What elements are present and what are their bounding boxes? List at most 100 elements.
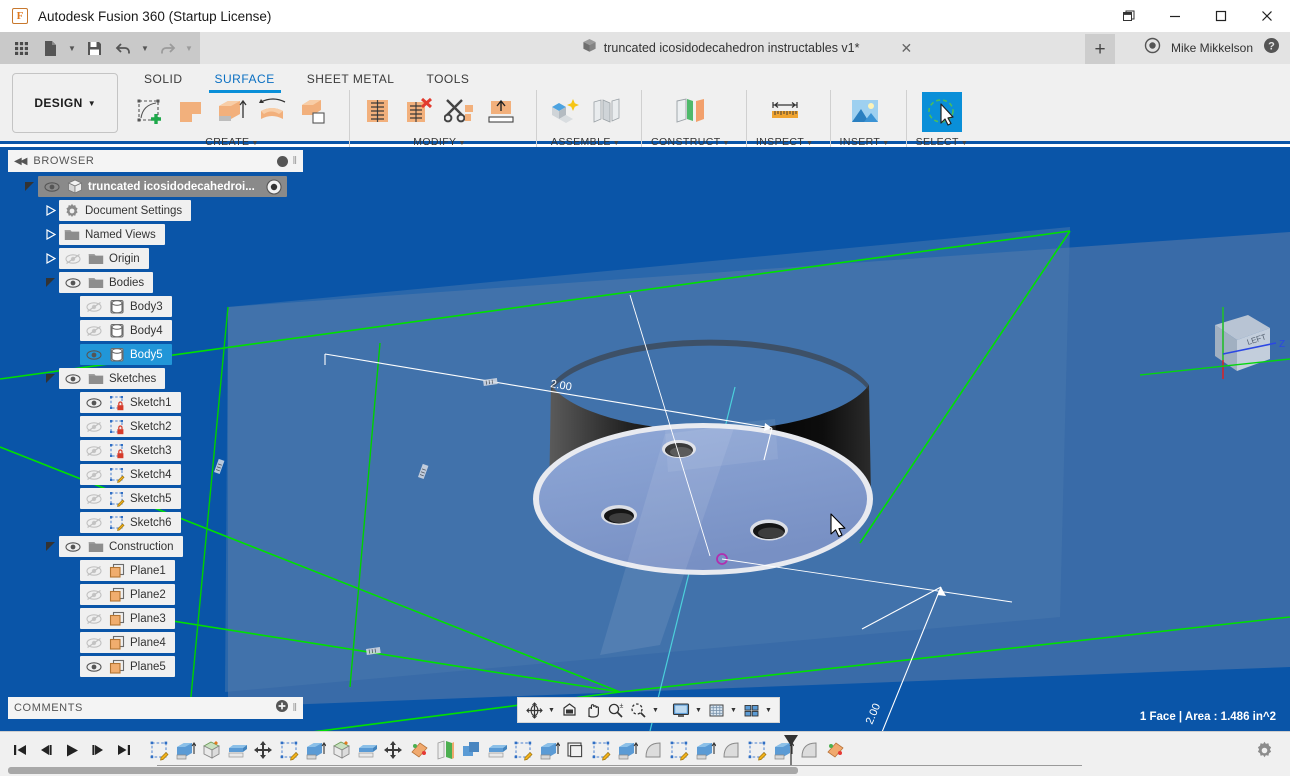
help-icon[interactable]: ? xyxy=(1263,37,1280,59)
browser-node-plane3[interactable]: Plane3 xyxy=(0,608,175,629)
zoom-icon[interactable]: ± xyxy=(604,699,626,721)
new-tab-button[interactable]: + xyxy=(1085,34,1115,64)
save-icon[interactable] xyxy=(81,35,107,61)
viewports-icon[interactable] xyxy=(740,699,762,721)
browser-node-chip[interactable]: Sketch2 xyxy=(80,416,181,437)
measure-icon[interactable] xyxy=(766,92,804,132)
eye-hidden-icon[interactable] xyxy=(84,419,103,434)
timeline-extrude-feature-icon[interactable] xyxy=(302,735,328,765)
orbit-caret-icon[interactable]: ▼ xyxy=(546,699,557,721)
browser-node-plane1[interactable]: Plane1 xyxy=(0,560,175,581)
tab-solid[interactable]: SOLID xyxy=(128,68,199,91)
eye-hidden-icon[interactable] xyxy=(84,467,103,482)
browser-node-document-settings[interactable]: Document Settings xyxy=(0,200,191,221)
browser-node-plane4[interactable]: Plane4 xyxy=(0,632,175,653)
tab-tools[interactable]: TOOLS xyxy=(410,68,485,91)
expander-expanded-icon[interactable] xyxy=(41,272,59,293)
timeline-plane-feature-icon[interactable] xyxy=(432,735,458,765)
browser-node-sketch6[interactable]: Sketch6 xyxy=(0,512,181,533)
timeline-appearance-feature-icon[interactable] xyxy=(406,735,432,765)
browser-node-chip[interactable]: Sketch3 xyxy=(80,440,181,461)
timeline-move-feature-icon[interactable] xyxy=(250,735,276,765)
browser-node-plane2[interactable]: Plane2 xyxy=(0,584,175,605)
browser-node-chip[interactable]: Named Views xyxy=(59,224,165,245)
restore-down-icon[interactable] xyxy=(1106,0,1152,32)
expander-expanded-icon[interactable] xyxy=(41,368,59,389)
timeline-sketch-feature-icon[interactable] xyxy=(744,735,770,765)
timeline-sketch-feature-icon[interactable] xyxy=(666,735,692,765)
timeline-shell-feature-icon[interactable] xyxy=(198,735,224,765)
offset-plane-icon[interactable] xyxy=(671,92,709,132)
timeline-shell-feature-icon[interactable] xyxy=(328,735,354,765)
collapse-left-icon[interactable]: ◀◀ xyxy=(14,156,25,167)
timeline-patch-feature-icon[interactable] xyxy=(718,735,744,765)
step-back-icon[interactable] xyxy=(34,737,58,763)
browser-node-chip[interactable]: Sketches xyxy=(59,368,165,389)
comments-panel-header[interactable]: COMMENTS ‖ xyxy=(8,697,303,719)
undo-icon[interactable] xyxy=(110,35,136,61)
eye-hidden-icon[interactable] xyxy=(84,491,103,506)
step-forward-icon[interactable] xyxy=(86,737,110,763)
new-file-icon[interactable] xyxy=(37,35,63,61)
go-to-beginning-icon[interactable] xyxy=(8,737,32,763)
maximize-button[interactable] xyxy=(1198,0,1244,32)
grid-snaps-caret-icon[interactable]: ▼ xyxy=(728,699,739,721)
tab-surface[interactable]: SURFACE xyxy=(199,68,291,91)
eye-hidden-icon[interactable] xyxy=(84,635,103,650)
panel-options-icon[interactable] xyxy=(277,156,288,167)
workspace-switcher[interactable]: DESIGN ▼ xyxy=(12,73,118,133)
browser-node-chip[interactable]: Body4 xyxy=(80,320,172,341)
browser-node-chip[interactable]: truncated icosidodecahedroi... xyxy=(38,176,287,197)
timeline-extrude-feature-icon[interactable] xyxy=(692,735,718,765)
new-component-icon[interactable] xyxy=(546,92,584,132)
trim-icon[interactable] xyxy=(441,92,479,132)
extrude-icon[interactable] xyxy=(213,92,251,132)
offset-icon[interactable] xyxy=(295,92,333,132)
browser-node-chip[interactable]: Body5 xyxy=(80,344,172,365)
grid-snaps-icon[interactable] xyxy=(705,699,727,721)
stitch-icon[interactable] xyxy=(359,92,397,132)
eye-hidden-icon[interactable] xyxy=(84,563,103,578)
eye-hidden-icon[interactable] xyxy=(84,299,103,314)
browser-node-chip[interactable]: Sketch4 xyxy=(80,464,181,485)
expander-collapsed-icon[interactable] xyxy=(41,224,59,245)
eye-hidden-icon[interactable] xyxy=(84,323,103,338)
browser-node-chip[interactable]: Sketch5 xyxy=(80,488,181,509)
timeline-appearance-feature-icon[interactable] xyxy=(822,735,848,765)
timeline-offset-feature-icon[interactable] xyxy=(484,735,510,765)
redo-caret-icon[interactable]: ▼ xyxy=(183,35,195,61)
browser-node-chip[interactable]: Origin xyxy=(59,248,149,269)
timeline-scrollbar[interactable] xyxy=(8,767,798,774)
insert-image-icon[interactable] xyxy=(846,92,884,132)
browser-node-sketch4[interactable]: Sketch4 xyxy=(0,464,181,485)
new-file-caret-icon[interactable]: ▼ xyxy=(66,35,78,61)
eye-visible-icon[interactable] xyxy=(63,275,82,290)
browser-node-plane5[interactable]: Plane5 xyxy=(0,656,175,677)
browser-node-sketches[interactable]: Sketches xyxy=(0,368,165,389)
revolve-icon[interactable] xyxy=(254,92,292,132)
eye-visible-icon[interactable] xyxy=(84,395,103,410)
browser-node-construction[interactable]: Construction xyxy=(0,536,183,557)
browser-node-sketch2[interactable]: Sketch2 xyxy=(0,416,181,437)
eye-hidden-icon[interactable] xyxy=(84,515,103,530)
patch-icon[interactable] xyxy=(172,92,210,132)
timeline-patch-feature-icon[interactable] xyxy=(796,735,822,765)
display-settings-icon[interactable] xyxy=(670,699,692,721)
timeline-move-feature-icon[interactable] xyxy=(380,735,406,765)
viewports-caret-icon[interactable]: ▼ xyxy=(763,699,774,721)
timeline-offset-feature-icon[interactable] xyxy=(354,735,380,765)
timeline-extrude-feature-icon[interactable] xyxy=(536,735,562,765)
eye-visible-icon[interactable] xyxy=(63,371,82,386)
eye-hidden-icon[interactable] xyxy=(63,251,82,266)
eye-visible-icon[interactable] xyxy=(84,347,103,362)
timeline-combine-feature-icon[interactable] xyxy=(458,735,484,765)
eye-visible-icon[interactable] xyxy=(84,659,103,674)
eye-visible-icon[interactable] xyxy=(42,179,61,194)
create-sketch-icon[interactable] xyxy=(131,92,169,132)
browser-node-named-views[interactable]: Named Views xyxy=(0,224,165,245)
expander-expanded-icon[interactable] xyxy=(41,536,59,557)
timeline-extrude-feature-icon[interactable] xyxy=(614,735,640,765)
panel-grip-icon[interactable]: ‖ xyxy=(292,155,297,167)
add-comment-icon[interactable] xyxy=(276,699,288,717)
eye-hidden-icon[interactable] xyxy=(84,587,103,602)
